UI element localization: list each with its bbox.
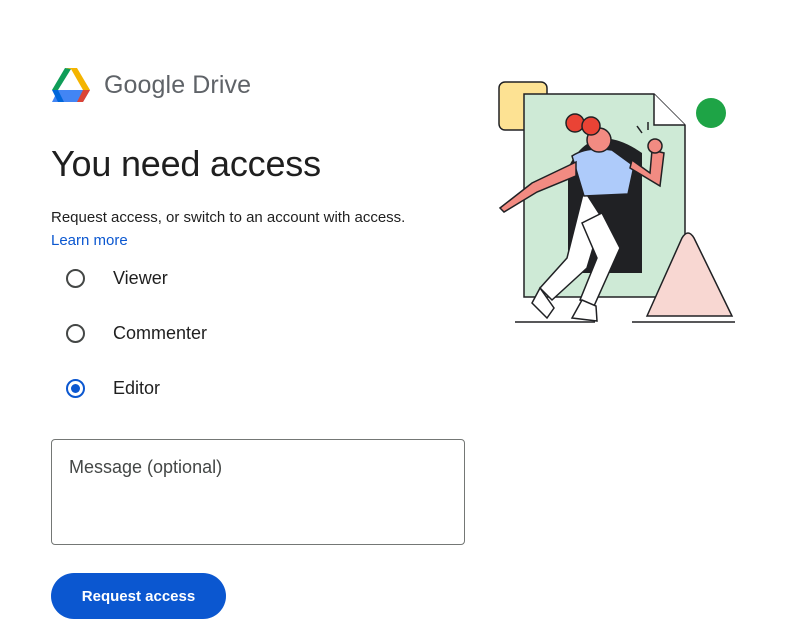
- role-option-editor[interactable]: Editor: [66, 375, 160, 401]
- google-drive-logo: Google Drive: [52, 67, 251, 103]
- message-input[interactable]: [51, 439, 465, 545]
- request-access-button[interactable]: Request access: [51, 573, 226, 619]
- access-request-page: Google Drive You need access Request acc…: [0, 0, 798, 640]
- role-label-editor: Editor: [113, 377, 161, 398]
- logo-wordmark: Google Drive: [104, 71, 251, 100]
- drive-icon: [52, 68, 90, 102]
- role-label-viewer: Viewer: [113, 267, 168, 288]
- access-illustration: [498, 81, 735, 323]
- radio-editor[interactable]: [66, 378, 85, 398]
- role-option-viewer[interactable]: Viewer: [66, 265, 168, 291]
- brand-google: Google: [104, 70, 186, 99]
- learn-more-link[interactable]: Learn more: [51, 230, 128, 252]
- subtitle-text: Request access, or switch to an account …: [51, 209, 406, 226]
- role-label-commenter: Commenter: [113, 322, 208, 343]
- page-title: You need access: [51, 143, 321, 184]
- brand-product: Drive: [192, 70, 252, 99]
- radio-commenter[interactable]: [66, 323, 85, 343]
- role-option-commenter[interactable]: Commenter: [66, 320, 207, 346]
- radio-viewer[interactable]: [66, 268, 85, 288]
